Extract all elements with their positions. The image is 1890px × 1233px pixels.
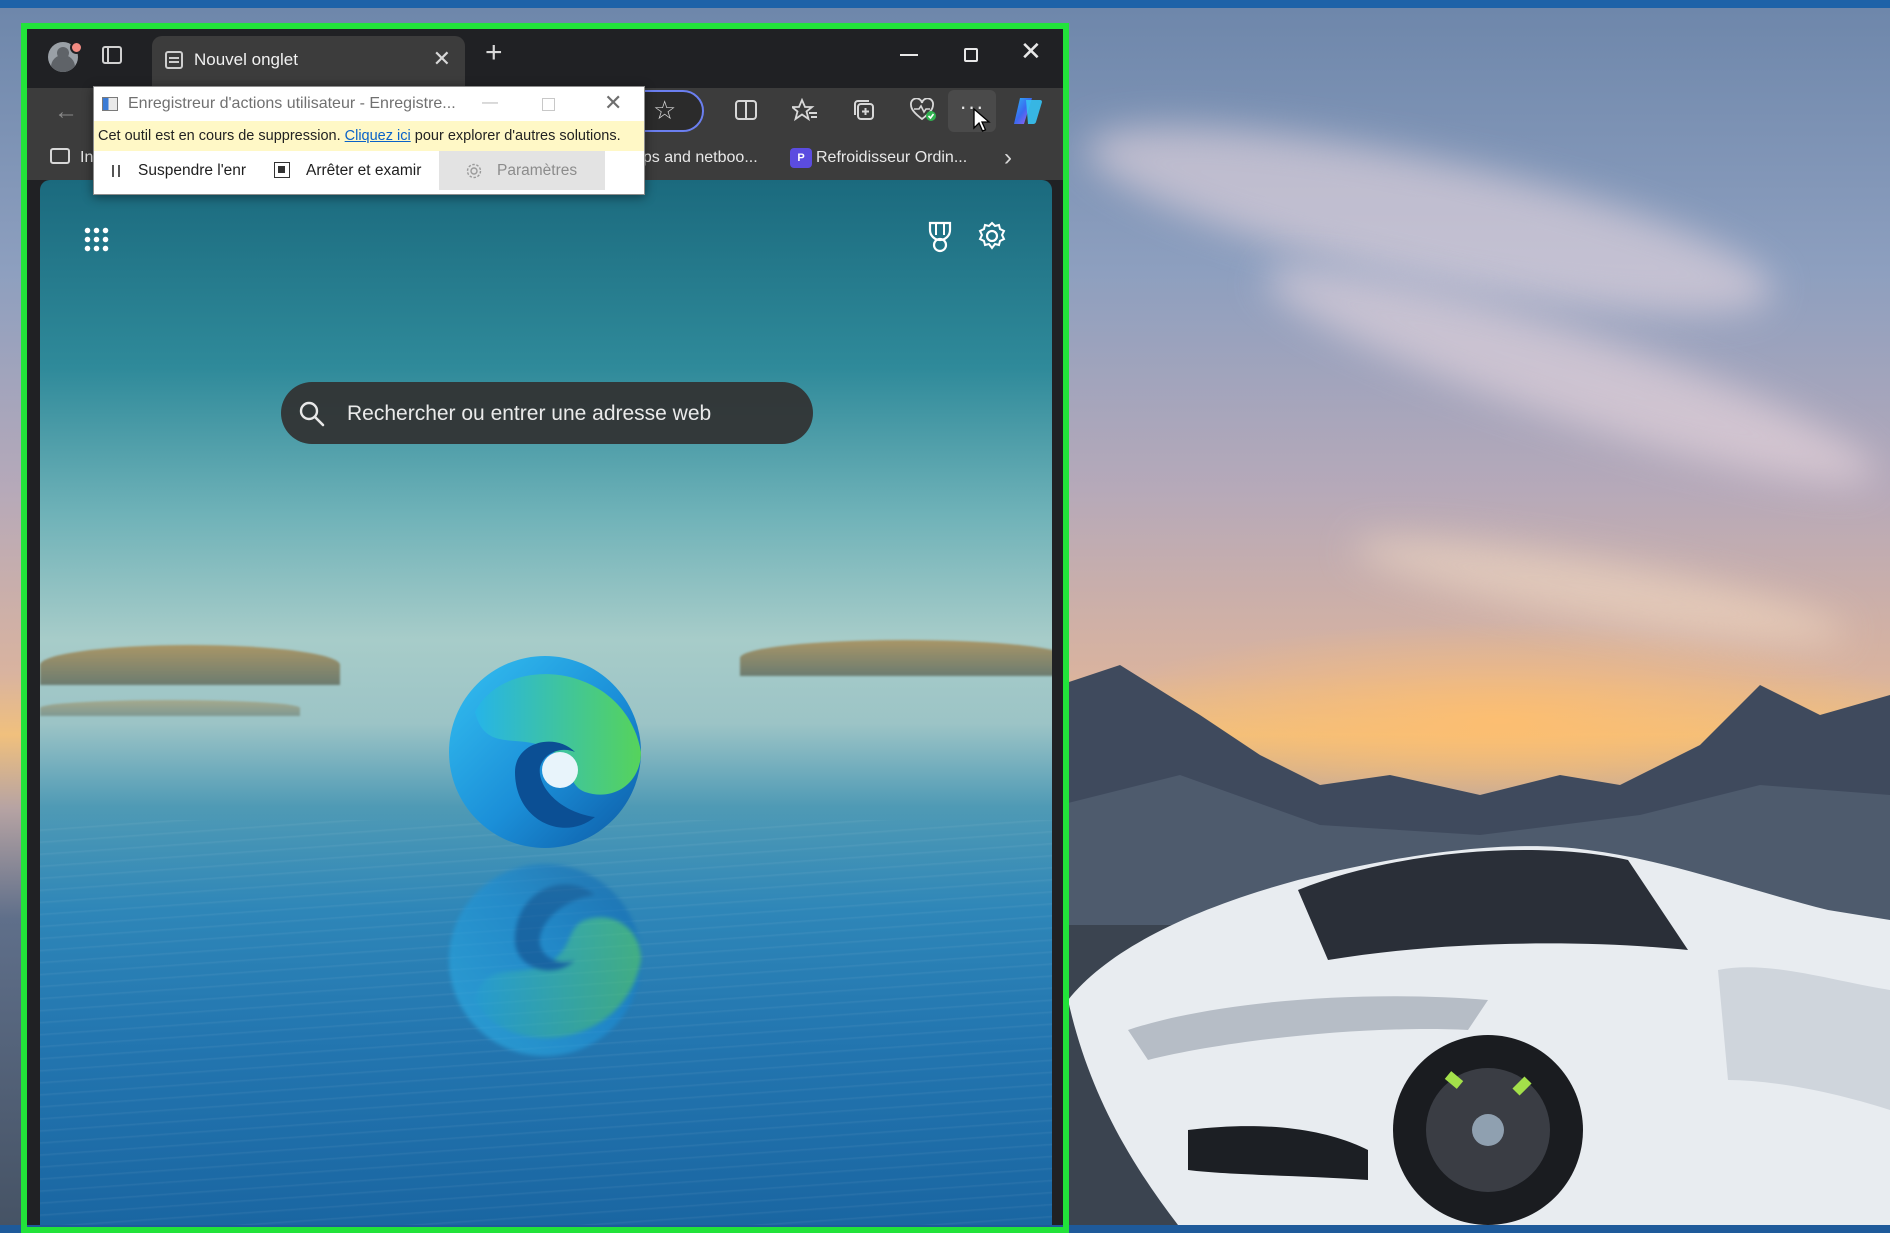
gear-icon [466, 163, 482, 179]
stop-and-review-button[interactable]: Arrêter et examir [306, 151, 421, 190]
new-tab-page [40, 180, 1052, 1225]
steps-recorder-title-bar[interactable]: Enregistreur d'actions utilisateur - Enr… [94, 87, 644, 121]
favorite-item-laptops[interactable]: ops and netboo... [634, 149, 758, 167]
favorites-icon[interactable] [792, 98, 818, 122]
chevron-right-icon[interactable]: › [1004, 144, 1012, 172]
favorite-site-icon: P [790, 148, 812, 168]
sidebar-icon[interactable] [102, 46, 122, 64]
apps-grid-icon[interactable] [83, 226, 109, 252]
search-box[interactable] [281, 382, 813, 446]
edge-logo-reflection [449, 864, 641, 1056]
tab-close-icon[interactable]: ✕ [433, 48, 451, 70]
desktop-top-edge [0, 0, 1890, 8]
search-input[interactable] [345, 382, 789, 446]
background-hill [40, 700, 300, 716]
heart-pulse-icon[interactable] [910, 98, 936, 122]
steps-recorder-dialog: Enregistreur d'actions utilisateur - Enr… [93, 86, 645, 195]
background-hill [740, 640, 1052, 676]
copilot-icon[interactable] [1012, 96, 1044, 126]
mouse-cursor-icon [973, 108, 991, 132]
maximize-button[interactable] [964, 48, 978, 62]
tab-title: Nouvel onglet [194, 50, 298, 69]
settings-label: Paramètres [497, 162, 578, 179]
settings-button[interactable]: Paramètres [439, 151, 605, 190]
steps-recorder-icon [102, 97, 118, 111]
edge-logo [449, 656, 641, 848]
background-hill [40, 645, 340, 685]
pause-icon [112, 165, 120, 177]
search-icon [299, 401, 325, 427]
tab-new-tab[interactable]: Nouvel onglet ✕ [152, 36, 465, 88]
collections-icon[interactable] [852, 98, 876, 122]
steps-recorder-title: Enregistreur d'actions utilisateur - Enr… [128, 95, 456, 112]
close-window-button[interactable]: ✕ [1020, 38, 1042, 64]
steps-recorder-toolbar: Suspendre l'enr Arrêter et examir Paramè… [94, 151, 644, 194]
notification-dot [70, 41, 83, 54]
gear-icon[interactable] [976, 220, 1008, 252]
wallpaper-car [1068, 846, 1890, 1225]
new-tab-button[interactable]: + [485, 38, 503, 68]
deprecation-warning: Cet outil est en cours de suppression. C… [94, 121, 644, 151]
minimize-button[interactable]: — [482, 94, 498, 112]
warning-text: Cet outil est en cours de suppression. [98, 128, 341, 144]
edge-browser-window: Nouvel onglet ✕ + ✕ ← ☆ ··· In ops and n… [24, 24, 1066, 1225]
favorite-item-refroidisseur[interactable]: Refroidisseur Ordin... [816, 149, 967, 167]
back-arrow-icon[interactable]: ← [54, 98, 78, 126]
star-icon[interactable]: ☆ [653, 95, 676, 126]
split-screen-icon[interactable] [734, 98, 758, 122]
favorite-item-truncated[interactable]: In [80, 149, 93, 167]
trophy-icon[interactable] [923, 220, 957, 254]
warning-link[interactable]: Cliquez ici [345, 128, 411, 144]
pause-recording-button[interactable]: Suspendre l'enr [138, 151, 246, 190]
title-bar: Nouvel onglet ✕ + ✕ [24, 24, 1066, 88]
folder-icon[interactable] [50, 148, 70, 164]
stop-icon [274, 162, 290, 178]
minimize-button[interactable] [900, 54, 918, 56]
maximize-button [542, 98, 555, 111]
warning-text-suffix: pour explorer d'autres solutions. [414, 128, 621, 144]
new-tab-favicon-icon [165, 51, 183, 69]
close-button[interactable]: ✕ [604, 90, 622, 116]
